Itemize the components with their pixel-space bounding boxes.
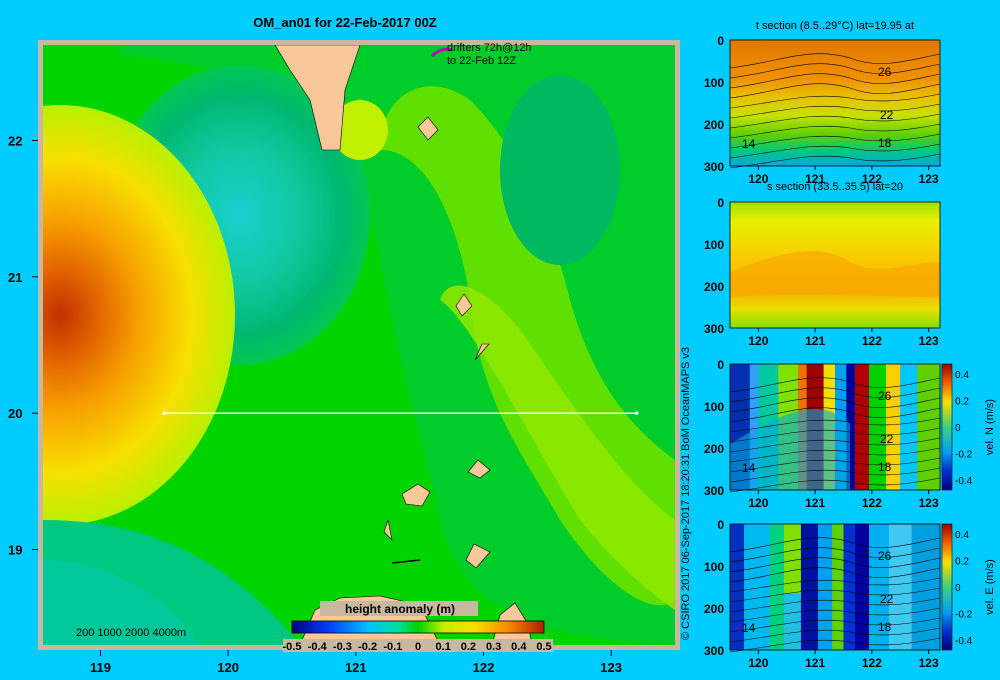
chart-canvas: 119 120 121 122 12319202122drifters 72h@12ht… — [8, 20, 996, 675]
colorbar-title: height anomaly (m) — [345, 602, 455, 616]
section-y-tick-label: 0 — [717, 358, 724, 372]
t-section-title: t section (8.5..29°C) lat=19.95 at — [756, 20, 914, 32]
colorbar-tick-label: -0.1 — [383, 641, 402, 653]
section-x-tick-label: 120 — [748, 496, 768, 510]
colorbar-tick-label: -0.2 — [955, 450, 973, 461]
section-y-tick-label: 200 — [704, 118, 724, 132]
section-y-tick-label: 300 — [704, 644, 724, 658]
colorbar-tick-label: 0.4 — [955, 370, 969, 381]
section-y-tick-label: 300 — [704, 484, 724, 498]
section-y-tick-label: 200 — [704, 280, 724, 294]
colorbar-tick-label: -0.5 — [283, 641, 302, 653]
vN-section-colorbar — [941, 363, 953, 491]
section-y-tick-label: 0 — [717, 196, 724, 210]
section-end-marker — [634, 411, 639, 415]
colorbar-tick-label: 0.5 — [536, 641, 551, 653]
section-x-tick-label: 123 — [919, 496, 939, 510]
section-x-tick-label: 121 — [805, 496, 825, 510]
section-x-tick-label: 122 — [862, 334, 882, 348]
map-field — [43, 45, 675, 645]
section-y-tick-label: 100 — [704, 238, 724, 252]
section-x-tick-label: 120 — [748, 656, 768, 670]
colorbar-tick-label: -0.4 — [308, 641, 328, 653]
section-start-marker — [162, 411, 167, 415]
figure: OM_an01 for 22-Feb-2017 00Z © CSIRO 2017… — [0, 0, 1000, 680]
colorbar-tick-label: -0.2 — [955, 610, 973, 621]
contour-label: 14 — [742, 621, 756, 635]
colorbar-tick-label: 0 — [415, 641, 421, 653]
vE-section-colorbar — [941, 523, 953, 651]
map-y-tick-label: 21 — [8, 270, 22, 285]
section-x-tick-label: 123 — [919, 172, 939, 186]
section-y-tick-label: 100 — [704, 560, 724, 574]
contour-label: 22 — [880, 592, 894, 606]
section-y-tick-label: 0 — [717, 34, 724, 48]
colorbar-tick-label: 0.2 — [461, 641, 476, 653]
map-x-tick-label: 119 — [90, 660, 111, 675]
colorbar-tick-label: 0 — [955, 583, 961, 594]
map-x-tick-label: 120 — [217, 660, 239, 675]
depth-legend: 200 1000 2000 4000m — [76, 627, 186, 639]
contour-label: 26 — [878, 65, 892, 79]
map-y-tick-label: 19 — [8, 543, 22, 558]
section-x-tick-label: 120 — [748, 334, 768, 348]
colorbar-tick-label: 0.2 — [955, 557, 969, 568]
contour-label: 22 — [880, 432, 894, 446]
colorbar-tick-label: 0 — [955, 423, 961, 434]
contour-label: 26 — [878, 389, 892, 403]
section-x-tick-label: 121 — [805, 334, 825, 348]
colorbar-tick-label: 0.4 — [511, 641, 527, 653]
section-x-tick-label: 121 — [805, 656, 825, 670]
s-section-panel: s section (33.5..35.5) lat=20 120 121 122 12… — [704, 181, 941, 348]
vN-section-panel: 26 22 18 14 120 121 122 123 0 100 200 300 0.4 0.2 0 -0.… — [704, 358, 996, 510]
contour-label: 18 — [878, 136, 892, 150]
section-y-tick-label: 100 — [704, 76, 724, 90]
colorbar-tick-label: -0.3 — [333, 641, 352, 653]
colorbar-tick-label: 0.4 — [955, 530, 969, 541]
section-x-tick-label: 123 — [919, 334, 939, 348]
vE-section-panel: 26 22 18 14 120 121 122 123 0 100 200 300 0.4 0.2 0 -0.… — [704, 518, 996, 670]
section-x-tick-label: 120 — [748, 172, 768, 186]
colorbar — [291, 620, 545, 634]
contour-label: 22 — [880, 108, 894, 122]
colorbar-tick-label: -0.4 — [955, 476, 973, 487]
section-y-tick-label: 0 — [717, 518, 724, 532]
contour-label: 14 — [742, 461, 756, 475]
section-y-tick-label: 200 — [704, 442, 724, 456]
drifter-label-2: to 22-Feb 12Z — [447, 55, 516, 67]
contour-label: 14 — [742, 137, 756, 151]
contour-label: 26 — [878, 549, 892, 563]
section-y-tick-label: 200 — [704, 602, 724, 616]
colorbar-tick-label: -0.2 — [358, 641, 377, 653]
section-x-tick-label: 122 — [862, 656, 882, 670]
map-y-tick-label: 20 — [8, 406, 22, 421]
section-y-tick-label: 300 — [704, 160, 724, 174]
section-x-tick-label: 122 — [862, 496, 882, 510]
vE-section-colorbar-label: vel. E (m/s) — [984, 559, 996, 615]
colorbar-tick-label: 0.3 — [486, 641, 501, 653]
colorbar-tick-label: 0.2 — [955, 397, 969, 408]
colorbar-tick-label: 0.1 — [436, 641, 451, 653]
map-y-tick-label: 22 — [8, 133, 22, 148]
map-x-tick-label: 122 — [473, 660, 495, 675]
section-y-tick-label: 300 — [704, 322, 724, 336]
s-section-title: s section (33.5..35.5) lat=20 — [767, 181, 903, 193]
section-y-tick-label: 100 — [704, 400, 724, 414]
colorbar-tick-label: -0.4 — [955, 636, 973, 647]
section-x-tick-label: 123 — [919, 656, 939, 670]
map-x-tick-label: 121 — [345, 660, 367, 675]
contour-label: 18 — [878, 620, 892, 634]
vN-section-colorbar-label: vel. N (m/s) — [984, 399, 996, 455]
t-section-panel: 26 22 18 14 t section (8.5..29°C) lat=19.95 … — [704, 20, 941, 186]
contour-label: 18 — [878, 460, 892, 474]
drifter-label: drifters 72h@12h — [447, 42, 532, 54]
map-x-tick-label: 123 — [600, 660, 622, 675]
